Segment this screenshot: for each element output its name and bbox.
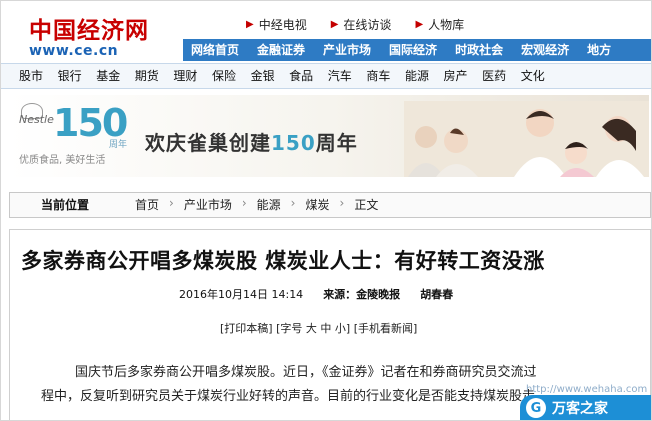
crumb-article: 正文 — [354, 198, 379, 212]
article-paragraph-line: 国庆节后多家券商公开唱多煤炭股。近日，《金证券》记者在和券商研究员交流过 — [75, 365, 537, 380]
promo-suffix: 周年 — [315, 131, 358, 155]
font-size-label: [字号 — [276, 322, 303, 335]
nav-tab-local[interactable]: 地方 — [587, 41, 611, 58]
crumb-industry[interactable]: 产业市场 — [184, 196, 232, 213]
watermark-logo-icon: G — [526, 398, 546, 418]
article-headline: 多家券商公开唱多煤炭股 煤炭业人士：有好转工资没涨 — [21, 248, 545, 273]
nav-tab-industry[interactable]: 产业市场 — [323, 41, 371, 58]
site-logo[interactable]: 中国经济网 www.ce.cn — [29, 11, 169, 59]
article-source[interactable]: 来源：金陵晚报 — [323, 286, 400, 302]
article-meta: 2016年10月14日 14:14 来源：金陵晚报 胡春春 — [179, 286, 453, 302]
crumb-coal[interactable]: 煤炭 — [305, 196, 329, 213]
crumb-separator: › — [339, 196, 345, 210]
arrow-right-icon: ▶ — [330, 18, 339, 30]
banner-headline: 欢庆雀巢创建150周年 — [145, 127, 358, 156]
nav-tab-politics[interactable]: 时政社会 — [455, 41, 503, 58]
location-label: 当前位置 — [41, 198, 90, 212]
watermark-url: http://www.wehaha.com — [526, 384, 648, 395]
page-frame: 中国经济网 www.ce.cn ▶ 中经电视 ▶ 在线访谈 ▶ 人物库 网络首页 金融… — [0, 0, 652, 421]
anniversary-suffix: 周年 — [109, 140, 128, 150]
promo-number: 150 — [271, 131, 316, 155]
top-link-label: 在线访谈 — [343, 17, 392, 32]
promo-prefix: 欢庆雀巢创建 — [145, 131, 271, 155]
crumb-home[interactable]: 首页 — [135, 196, 159, 213]
category-nav: 股市 银行 基金 期货 理财 保险 金银 食品 汽车 商车 能源 房产 医药 文… — [19, 67, 559, 84]
category-item[interactable]: 基金 — [96, 67, 135, 84]
main-nav: 网络首页 金融证券 产业市场 国际经济 时政社会 宏观经济 地方 — [191, 41, 611, 58]
category-item[interactable]: 理财 — [173, 67, 212, 84]
category-item[interactable]: 食品 — [289, 67, 328, 84]
crumb-energy[interactable]: 能源 — [257, 196, 281, 213]
crumb-separator: › — [241, 196, 247, 210]
font-medium-button[interactable]: 中 — [320, 322, 331, 335]
print-button[interactable]: [打印本稿] — [220, 322, 273, 335]
nav-tab-home[interactable]: 网络首页 — [191, 41, 239, 58]
article-author: 胡春春 — [420, 288, 454, 301]
top-link-label: 中经电视 — [258, 17, 307, 32]
article-datetime: 2016年10月14日 14:14 — [179, 288, 304, 301]
category-item[interactable]: 商车 — [366, 67, 405, 84]
brand-name: Nestle — [19, 113, 54, 126]
category-item[interactable]: 医药 — [482, 67, 521, 84]
category-item[interactable]: 股市 — [19, 67, 58, 84]
category-item[interactable]: 房产 — [444, 67, 483, 84]
nav-tab-intl[interactable]: 国际经济 — [389, 41, 437, 58]
category-item[interactable]: 金银 — [251, 67, 290, 84]
arrow-right-icon: ▶ — [246, 18, 254, 30]
logo-cn: 中国经济网 — [29, 17, 149, 44]
top-links: ▶ 中经电视 ▶ 在线访谈 ▶ 人物库 — [246, 15, 464, 33]
top-link-people[interactable]: ▶ 人物库 — [415, 15, 464, 33]
category-item[interactable]: 汽车 — [328, 67, 367, 84]
crumb-separator: › — [290, 196, 296, 210]
logo-url: www.ce.cn — [29, 43, 119, 59]
brand-slogan: 优质食品, 美好生活 — [19, 155, 106, 166]
article-tools: [打印本稿] [字号 大 中 小] [手机看新闻] — [220, 320, 417, 336]
ad-banner[interactable]: Nestle 150 周年 优质食品, 美好生活 欢庆雀巢创建150周年 — [9, 95, 649, 177]
breadcrumb: 首页 › 产业市场 › 能源 › 煤炭 › 正文 — [135, 196, 378, 213]
font-large-button[interactable]: 大 — [306, 322, 317, 335]
watermark-text: 万客之家 — [552, 401, 608, 417]
category-item[interactable]: 保险 — [212, 67, 251, 84]
top-link-tv[interactable]: ▶ 中经电视 — [246, 15, 307, 33]
category-item[interactable]: 文化 — [521, 67, 560, 84]
category-item[interactable]: 能源 — [405, 67, 444, 84]
mobile-news-button[interactable]: [手机看新闻] — [354, 322, 418, 335]
family-photo — [404, 101, 649, 177]
top-link-interview[interactable]: ▶ 在线访谈 — [331, 15, 392, 33]
font-small-button[interactable]: 小] — [335, 322, 350, 335]
category-item[interactable]: 银行 — [58, 67, 97, 84]
watermark-badge: G 万客之家 — [520, 395, 651, 420]
top-link-label: 人物库 — [428, 17, 465, 32]
nav-tab-macro[interactable]: 宏观经济 — [521, 41, 569, 58]
nav-tab-finance[interactable]: 金融证券 — [257, 41, 305, 58]
category-item[interactable]: 期货 — [135, 67, 174, 84]
crumb-separator: › — [169, 196, 174, 210]
arrow-right-icon: ▶ — [415, 18, 424, 30]
